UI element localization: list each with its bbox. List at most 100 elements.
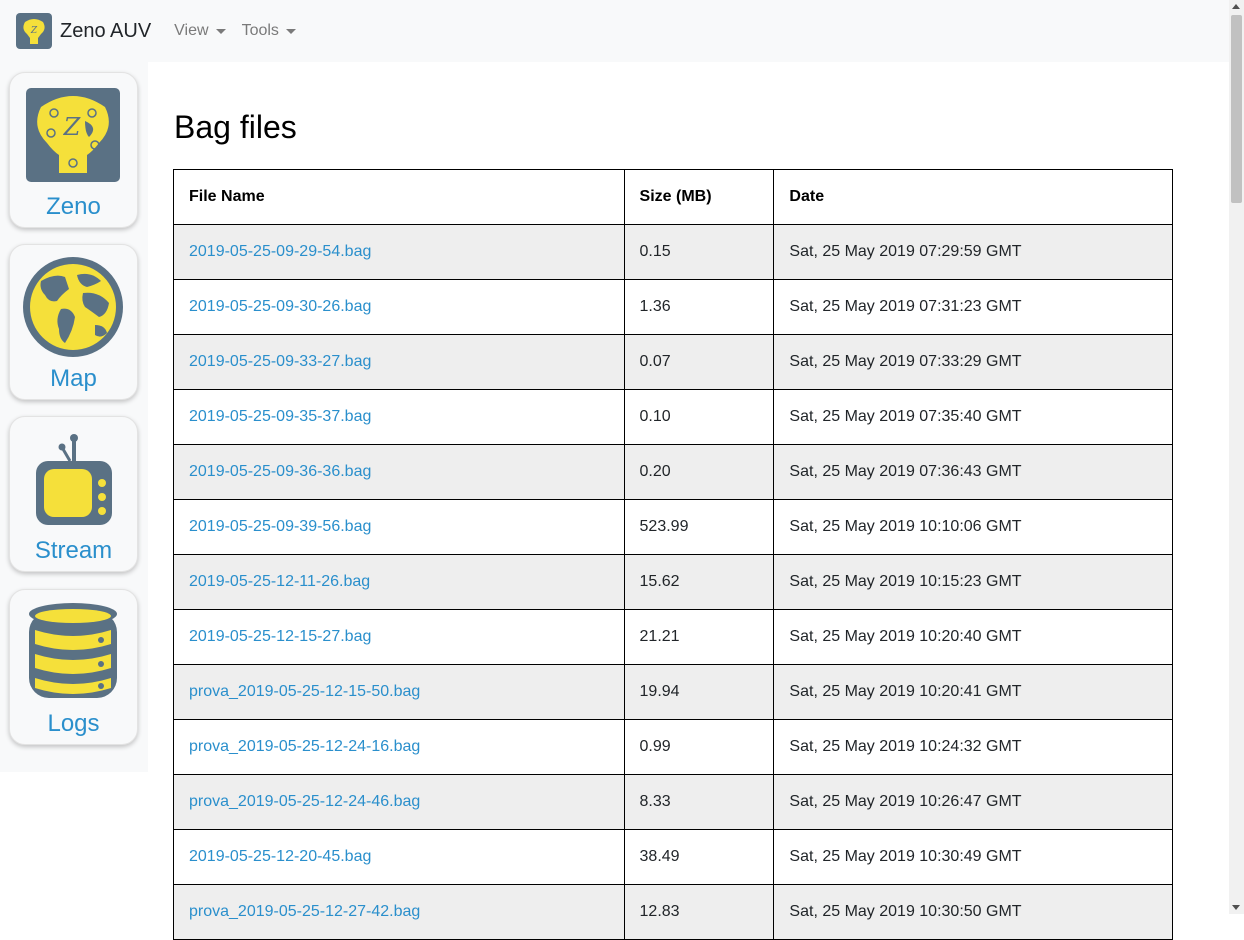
file-size-cell: 12.83 <box>623 884 775 940</box>
sidebar-item-logs[interactable]: Logs <box>9 589 138 745</box>
table-row: prova_2019-05-25-12-27-42.bag 12.83 Sat, 2… <box>173 884 1173 940</box>
column-header-file-name: File Name <box>173 169 625 225</box>
file-link[interactable]: 2019-05-25-12-15-27.bag <box>189 628 371 645</box>
file-date-cell: Sat, 25 May 2019 10:10:06 GMT <box>773 499 1173 555</box>
file-name-cell: prova_2019-05-25-12-15-50.bag <box>173 664 625 720</box>
bag-files-table: File Name Size (MB) Date 2019-05-25-09-2… <box>173 169 1173 940</box>
file-link[interactable]: 2019-05-25-09-35-37.bag <box>189 408 371 425</box>
file-date-cell: Sat, 25 May 2019 07:29:59 GMT <box>773 224 1173 280</box>
sidebar-item-label: Map <box>50 365 97 392</box>
file-name-cell: 2019-05-25-09-33-27.bag <box>173 334 625 390</box>
tv-icon <box>36 434 112 525</box>
file-link[interactable]: prova_2019-05-25-12-24-16.bag <box>189 738 420 755</box>
file-size-cell: 1.36 <box>623 279 775 335</box>
file-name-cell: 2019-05-25-09-29-54.bag <box>173 224 625 280</box>
file-size-cell: 0.15 <box>623 224 775 280</box>
file-date-cell: Sat, 25 May 2019 10:24:32 GMT <box>773 719 1173 775</box>
table-row: 2019-05-25-09-39-56.bag 523.99 Sat, 25 May… <box>173 499 1173 555</box>
sidebar-item-label: Zeno <box>46 193 101 220</box>
file-link[interactable]: prova_2019-05-25-12-27-42.bag <box>189 903 420 920</box>
view-menu[interactable]: View <box>174 22 226 40</box>
file-link[interactable]: 2019-05-25-09-29-54.bag <box>189 243 371 260</box>
scroll-up-icon[interactable] <box>1232 4 1240 9</box>
file-name-cell: 2019-05-25-09-35-37.bag <box>173 389 625 445</box>
file-date-cell: Sat, 25 May 2019 10:30:50 GMT <box>773 884 1173 940</box>
scrollbar-thumb[interactable] <box>1231 15 1242 203</box>
file-name-cell: 2019-05-25-12-15-27.bag <box>173 609 625 665</box>
table-row: 2019-05-25-09-29-54.bag 0.15 Sat, 25 May 2… <box>173 224 1173 280</box>
file-size-cell: 19.94 <box>623 664 775 720</box>
file-link[interactable]: 2019-05-25-12-11-26.bag <box>189 573 370 590</box>
file-name-cell: prova_2019-05-25-12-24-46.bag <box>173 774 625 830</box>
sidebar: Z Zeno Map Stream Logs <box>0 62 148 772</box>
file-date-cell: Sat, 25 May 2019 10:30:49 GMT <box>773 829 1173 885</box>
file-link[interactable]: prova_2019-05-25-12-15-50.bag <box>189 683 420 700</box>
table-row: 2019-05-25-09-30-26.bag 1.36 Sat, 25 May 2… <box>173 279 1173 335</box>
table-row: prova_2019-05-25-12-15-50.bag 19.94 Sat, 2… <box>173 664 1173 720</box>
page-title: Bag files <box>174 109 297 145</box>
file-name-cell: 2019-05-25-09-30-26.bag <box>173 279 625 335</box>
svg-text:Z: Z <box>63 113 82 141</box>
file-date-cell: Sat, 25 May 2019 10:15:23 GMT <box>773 554 1173 610</box>
sidebar-item-map[interactable]: Map <box>9 244 138 400</box>
file-size-cell: 15.62 <box>623 554 775 610</box>
table-row: prova_2019-05-25-12-24-16.bag 0.99 Sat, 25… <box>173 719 1173 775</box>
brand-name: Zeno AUV <box>60 19 152 42</box>
file-date-cell: Sat, 25 May 2019 07:33:29 GMT <box>773 334 1173 390</box>
tools-menu[interactable]: Tools <box>242 22 296 40</box>
table-row: 2019-05-25-12-11-26.bag 15.62 Sat, 25 May … <box>173 554 1173 610</box>
zeno-logo-icon: Z <box>16 13 52 49</box>
file-size-cell: 38.49 <box>623 829 775 885</box>
globe-icon <box>23 257 123 357</box>
file-size-cell: 0.99 <box>623 719 775 775</box>
file-date-cell: Sat, 25 May 2019 07:36:43 GMT <box>773 444 1173 500</box>
file-link[interactable]: prova_2019-05-25-12-24-46.bag <box>189 793 420 810</box>
file-size-cell: 0.20 <box>623 444 775 500</box>
column-header-size: Size (MB) <box>623 169 775 225</box>
file-link[interactable]: 2019-05-25-09-36-36.bag <box>189 463 371 480</box>
file-date-cell: Sat, 25 May 2019 10:20:40 GMT <box>773 609 1173 665</box>
file-size-cell: 0.10 <box>623 389 775 445</box>
file-name-cell: 2019-05-25-09-36-36.bag <box>173 444 625 500</box>
top-navbar: Z Zeno AUV View Tools <box>0 0 1229 62</box>
chevron-down-icon <box>285 28 296 34</box>
sidebar-item-stream[interactable]: Stream <box>9 416 138 572</box>
vertical-scrollbar[interactable] <box>1229 0 1244 914</box>
file-name-cell: prova_2019-05-25-12-24-16.bag <box>173 719 625 775</box>
table-row: prova_2019-05-25-12-24-46.bag 8.33 Sat, 25… <box>173 774 1173 830</box>
file-size-cell: 21.21 <box>623 609 775 665</box>
sidebar-item-zeno[interactable]: Z Zeno <box>9 72 138 228</box>
file-name-cell: 2019-05-25-12-20-45.bag <box>173 829 625 885</box>
file-size-cell: 8.33 <box>623 774 775 830</box>
svg-text:Z: Z <box>30 26 38 36</box>
file-date-cell: Sat, 25 May 2019 07:35:40 GMT <box>773 389 1173 445</box>
file-name-cell: prova_2019-05-25-12-27-42.bag <box>173 884 625 940</box>
scroll-down-icon[interactable] <box>1232 905 1240 910</box>
column-header-date: Date <box>773 169 1173 225</box>
table-row: 2019-05-25-09-33-27.bag 0.07 Sat, 25 May 2… <box>173 334 1173 390</box>
sidebar-item-label: Logs <box>47 710 100 737</box>
file-date-cell: Sat, 25 May 2019 10:26:47 GMT <box>773 774 1173 830</box>
brand-link[interactable]: Z Zeno AUV <box>16 13 151 49</box>
file-name-cell: 2019-05-25-12-11-26.bag <box>173 554 625 610</box>
file-name-cell: 2019-05-25-09-39-56.bag <box>173 499 625 555</box>
file-size-cell: 0.07 <box>623 334 775 390</box>
view-menu-label: View <box>174 22 209 39</box>
table-row: 2019-05-25-09-36-36.bag 0.20 Sat, 25 May 2… <box>173 444 1173 500</box>
table-row: 2019-05-25-12-20-45.bag 38.49 Sat, 25 May … <box>173 829 1173 885</box>
tools-menu-label: Tools <box>241 22 279 39</box>
table-header-row: File Name Size (MB) Date <box>173 169 1173 225</box>
table-row: 2019-05-25-12-15-27.bag 21.21 Sat, 25 May … <box>173 609 1173 665</box>
file-date-cell: Sat, 25 May 2019 07:31:23 GMT <box>773 279 1173 335</box>
file-link[interactable]: 2019-05-25-09-30-26.bag <box>189 298 371 315</box>
chevron-down-icon <box>215 28 226 34</box>
file-link[interactable]: 2019-05-25-09-33-27.bag <box>189 353 371 370</box>
sidebar-item-label: Stream <box>34 537 113 564</box>
table-row: 2019-05-25-09-35-37.bag 0.10 Sat, 25 May 2… <box>173 389 1173 445</box>
database-icon <box>29 603 117 698</box>
file-link[interactable]: 2019-05-25-12-20-45.bag <box>189 848 371 865</box>
file-size-cell: 523.99 <box>623 499 775 555</box>
zeno-logo-icon: Z <box>26 88 120 182</box>
file-link[interactable]: 2019-05-25-09-39-56.bag <box>189 518 371 535</box>
file-date-cell: Sat, 25 May 2019 10:20:41 GMT <box>773 664 1173 720</box>
